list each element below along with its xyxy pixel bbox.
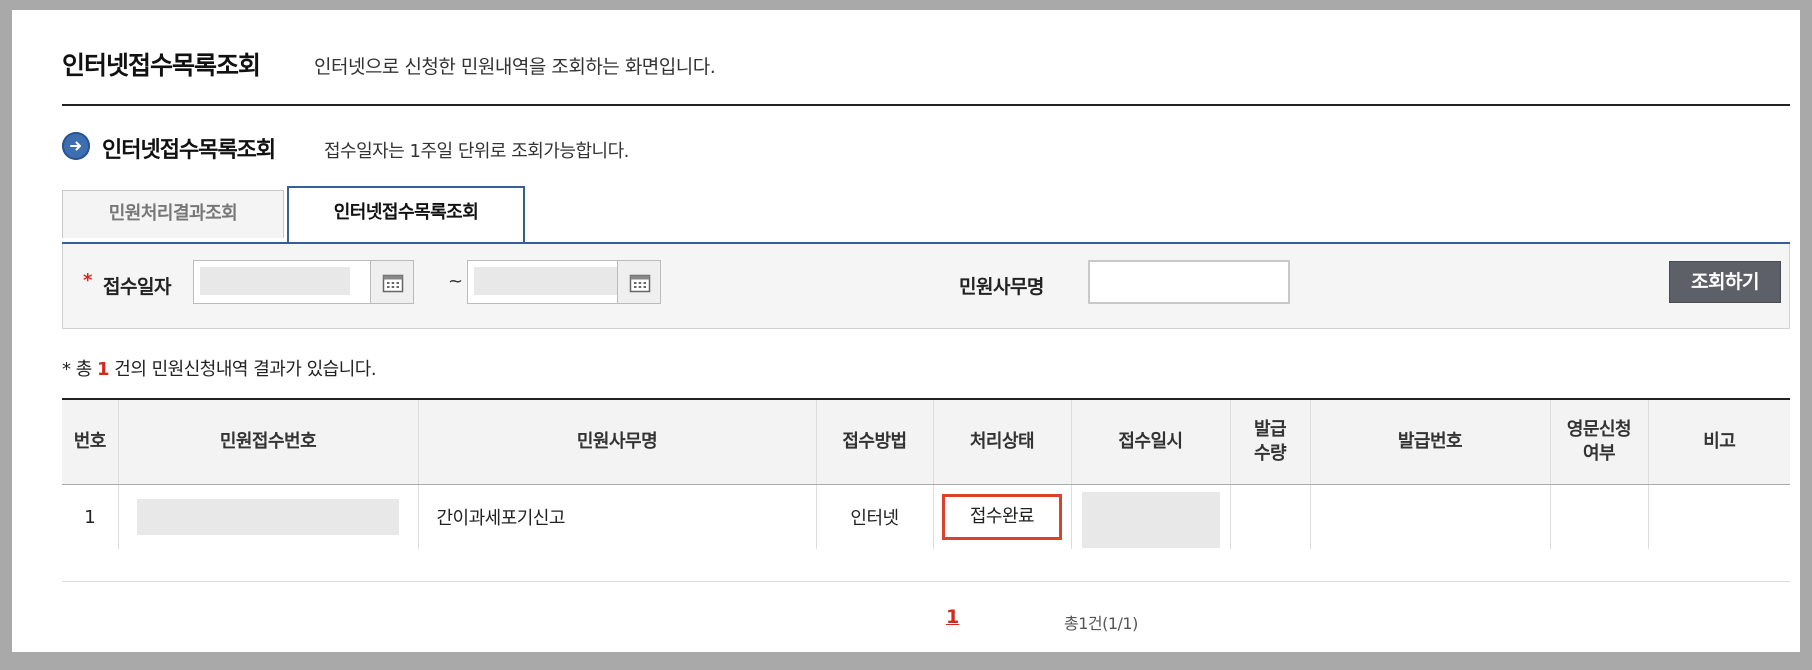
- summary-suffix: 건의 민원신청내역 결과가 있습니다.: [109, 359, 377, 380]
- page-frame: 인터넷접수목록조회 인터넷으로 신청한 민원내역을 조회하는 화면입니다. 인터…: [12, 10, 1800, 652]
- cell-office-name: 간이과세포기신고: [417, 484, 816, 549]
- calendar-icon: [382, 274, 404, 293]
- summary-prefix: * 총: [62, 359, 98, 380]
- receipt-table: 번호 민원접수번호 민원사무명 접수방법 처리상태 접수일시 발급 수량 발급번호…: [62, 398, 1790, 549]
- col-header-receipt-no: 민원접수번호: [117, 398, 418, 485]
- page-subtitle: 인터넷으로 신청한 민원내역을 조회하는 화면입니다.: [314, 56, 716, 78]
- search-button[interactable]: 조회하기: [1669, 261, 1781, 303]
- date-to-calendar-button[interactable]: [617, 260, 661, 304]
- cell-receipt-no[interactable]: [117, 484, 418, 549]
- cell-remark: [1647, 484, 1790, 549]
- table-bottom-divider: [62, 581, 1790, 582]
- calendar-icon: [629, 274, 651, 293]
- cell-received-at: [1070, 484, 1230, 549]
- date-from-input[interactable]: [193, 260, 371, 304]
- col-header-issue-qty: 발급 수량: [1229, 398, 1310, 485]
- office-name-label: 민원사무명: [959, 276, 1044, 298]
- col-header-received-at: 접수일시: [1070, 398, 1230, 485]
- required-mark: *: [83, 270, 93, 291]
- date-to-value: [474, 267, 624, 295]
- page-title: 인터넷접수목록조회: [62, 51, 261, 80]
- search-panel: * 접수일자 ~ 민원사무명 조회하기: [62, 244, 1790, 329]
- result-count: 1: [97, 359, 110, 380]
- cell-english: [1549, 484, 1648, 549]
- date-from-value: [200, 267, 350, 295]
- result-summary: * 총 1 건의 민원신청내역 결과가 있습니다.: [62, 355, 377, 381]
- date-label: 접수일자: [103, 276, 171, 298]
- status-badge: 접수완료: [942, 494, 1062, 540]
- col-header-status: 처리상태: [932, 398, 1071, 485]
- cell-issue-qty: [1229, 484, 1310, 549]
- tab-internet-receipt-list[interactable]: 인터넷접수목록조회: [287, 186, 525, 242]
- col-header-office-name: 민원사무명: [417, 398, 816, 485]
- table-row[interactable]: 1 간이과세포기신고 인터넷 접수완료: [62, 484, 1790, 549]
- section-title: 인터넷접수목록조회: [102, 138, 276, 163]
- col-header-method: 접수방법: [815, 398, 933, 485]
- col-header-remark: 비고: [1647, 398, 1790, 485]
- pagination-total: 총1건(1/1): [1064, 614, 1138, 633]
- range-separator: ~: [448, 271, 464, 292]
- page-header: 인터넷접수목록조회 인터넷으로 신청한 민원내역을 조회하는 화면입니다.: [62, 34, 1790, 106]
- cell-method: 인터넷: [815, 484, 933, 549]
- cell-no: 1: [84, 506, 96, 528]
- col-header-no: 번호: [62, 398, 118, 485]
- masked-received-at: [1081, 492, 1220, 548]
- col-header-issue-no: 발급번호: [1309, 398, 1550, 485]
- cell-issue-no: [1309, 484, 1550, 549]
- col-header-english: 영문신청 여부: [1549, 398, 1648, 485]
- masked-receipt-no: [137, 499, 399, 535]
- cell-status: 접수완료: [932, 484, 1071, 549]
- table-header-row: 번호 민원접수번호 민원사무명 접수방법 처리상태 접수일시 발급 수량 발급번호…: [62, 398, 1790, 485]
- office-name-input[interactable]: [1088, 260, 1290, 304]
- section-description: 접수일자는 1주일 단위로 조회가능합니다.: [324, 141, 629, 162]
- tab-civil-result[interactable]: 민원처리결과조회: [62, 190, 284, 238]
- date-from-calendar-button[interactable]: [370, 260, 414, 304]
- pagination-current-page[interactable]: 1: [946, 606, 959, 628]
- arrow-right-circle-icon: [62, 132, 90, 160]
